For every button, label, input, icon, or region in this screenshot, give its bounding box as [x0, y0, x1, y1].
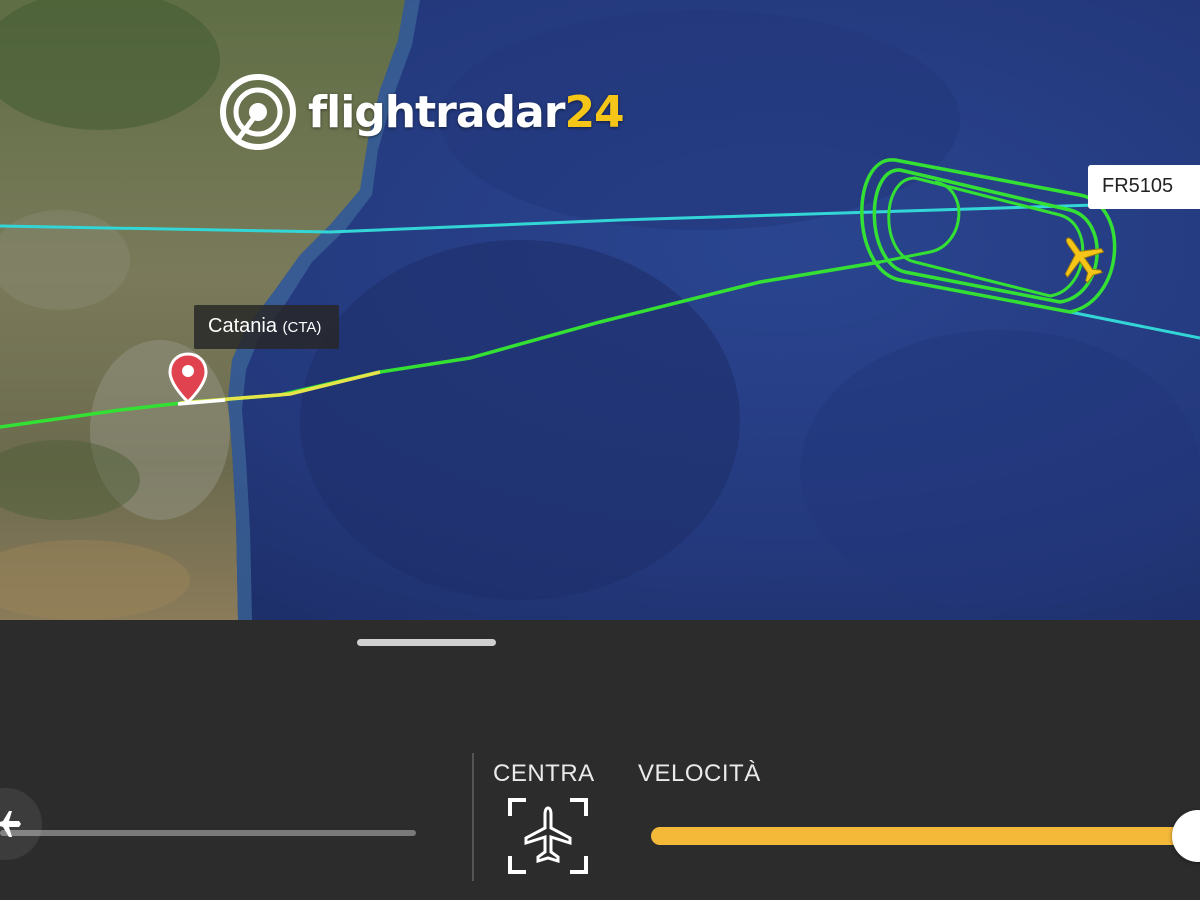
speed-slider-thumb[interactable] [1172, 810, 1200, 862]
plane-thumb-icon [0, 811, 21, 837]
panel-divider [472, 753, 474, 881]
logo-wordmark: flightradar24 [308, 86, 625, 138]
aircraft-icon[interactable] [1053, 230, 1109, 286]
flight-track-departure [0, 260, 881, 429]
center-plane-icon [508, 798, 588, 874]
other-flight-track-tail [1069, 310, 1200, 340]
center-label: CENTRA [493, 760, 595, 787]
other-flight-track [0, 203, 1096, 234]
logo-number: 24 [564, 86, 624, 138]
speed-slider[interactable] [651, 827, 1200, 845]
airport-label[interactable]: Catania (CTA) [194, 305, 340, 349]
airport-name: Catania [208, 315, 277, 337]
playback-panel: CENTRA VELOCITÀ [0, 620, 1200, 900]
flightradar24-logo: flightradar24 [218, 72, 625, 152]
panel-drag-handle[interactable] [357, 639, 496, 646]
logo-text: flightradar [308, 86, 565, 138]
airport-code: (CTA) [282, 319, 322, 336]
speed-label: VELOCITÀ [638, 760, 761, 787]
center-aircraft-button[interactable] [508, 798, 588, 874]
flight-callsign-label[interactable]: FR5105 [1088, 165, 1200, 209]
timeline-slider[interactable] [0, 830, 416, 836]
airport-pin-icon[interactable] [167, 352, 209, 404]
map-view[interactable]: flightradar24 Catania (CTA) FR5105 [0, 0, 1200, 620]
flightradar-app: flightradar24 Catania (CTA) FR5105 CENTR… [0, 0, 1200, 900]
flight-track-departure-takeoff [179, 370, 381, 405]
timeline-slider-thumb[interactable] [0, 788, 42, 860]
radar-logo-icon [220, 74, 296, 150]
